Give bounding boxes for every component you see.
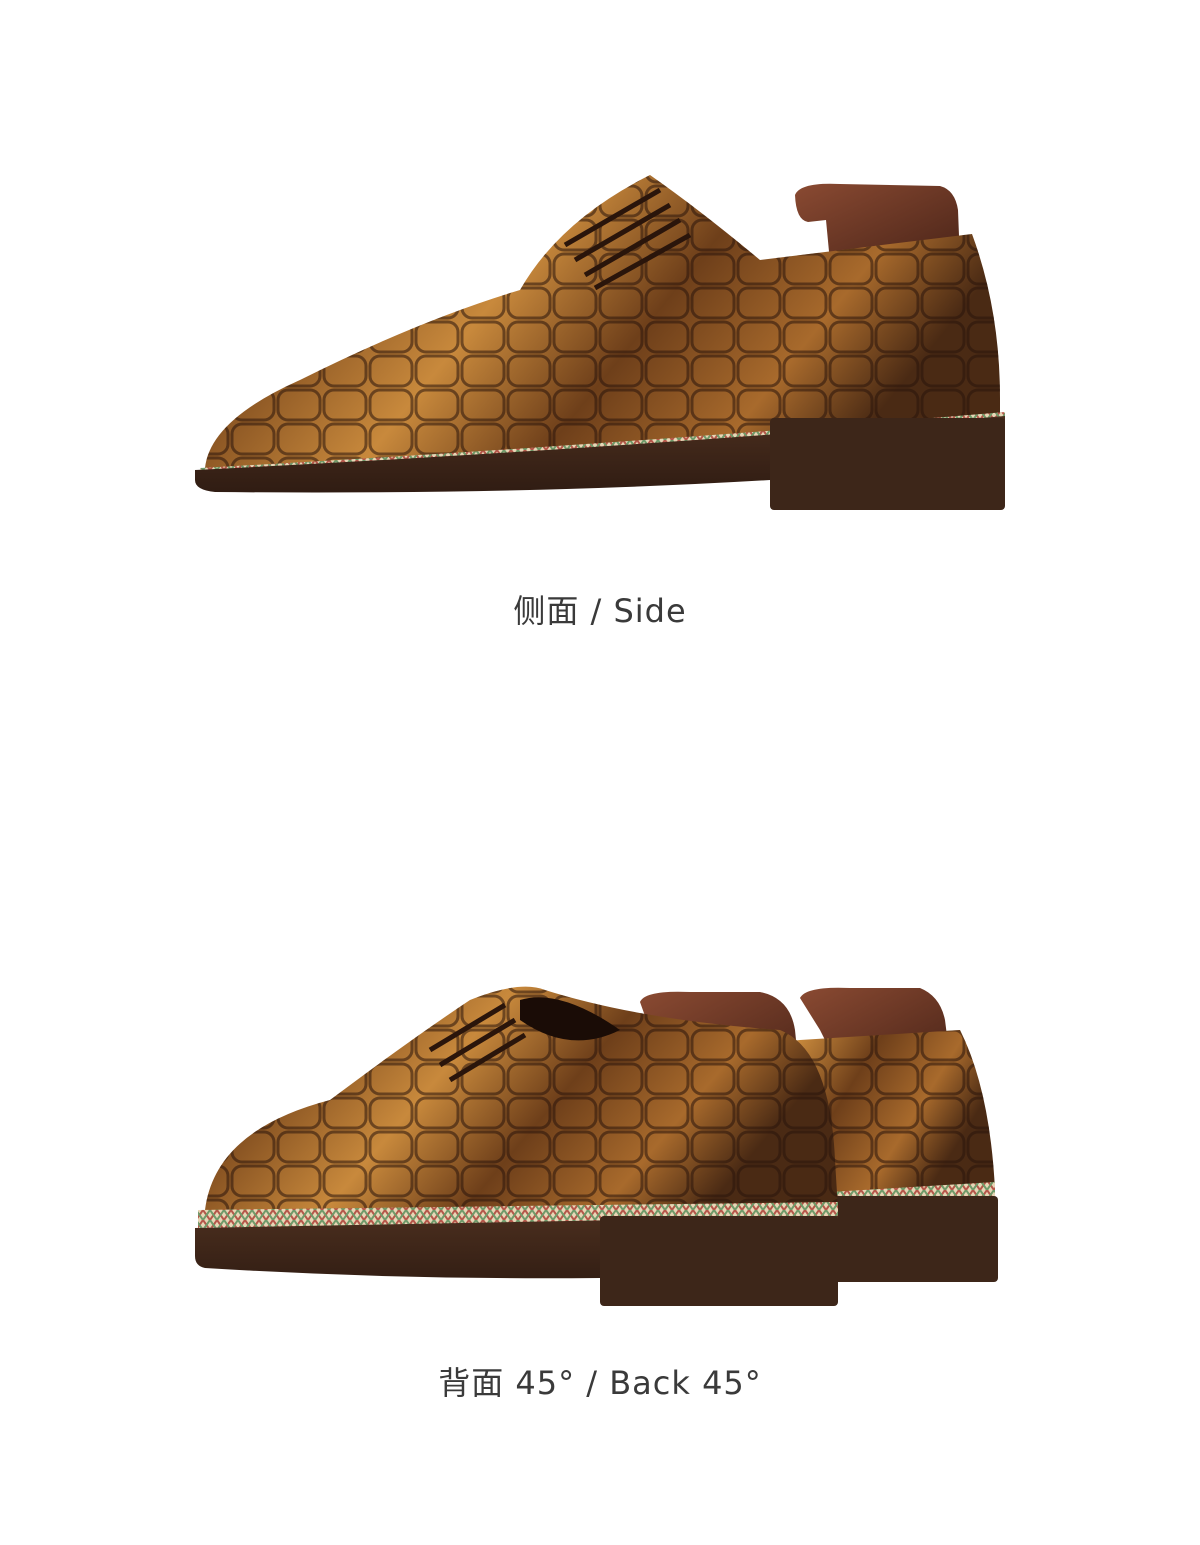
shoe-side-illustration [195,175,1005,510]
side-view-image [0,150,1200,530]
shoe-back-45-illustration [195,986,998,1306]
side-view-caption: 侧面 / Side [513,592,687,630]
heel [770,418,1005,510]
heel-front [600,1216,838,1306]
back-45-view-image [0,960,1200,1320]
heel-rear [830,1196,998,1282]
back-45-view-caption: 背面 45° / Back 45° [438,1364,762,1402]
